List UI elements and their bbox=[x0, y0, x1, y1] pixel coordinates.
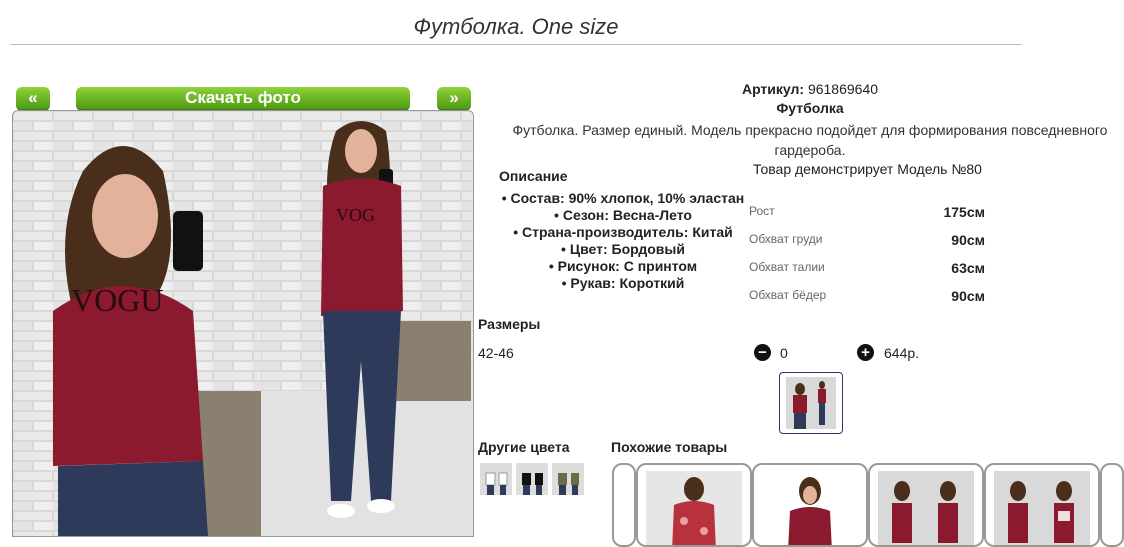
spec-item: Страна-производитель: Китай bbox=[478, 224, 768, 241]
quantity-value[interactable]: 0 bbox=[780, 345, 788, 361]
size-label: 42-46 bbox=[478, 345, 514, 361]
spec-item: Рукав: Короткий bbox=[478, 275, 768, 292]
measurement-value: 63см bbox=[951, 260, 985, 276]
measurement-label: Обхват талии bbox=[749, 260, 825, 274]
measurement-value: 175см bbox=[943, 204, 985, 220]
selected-photo-thumbnail[interactable] bbox=[779, 372, 843, 434]
download-photo-button[interactable]: Скачать фото bbox=[76, 87, 410, 109]
specs-list: Состав: 90% хлопок, 10% эластан Сезон: В… bbox=[478, 190, 768, 292]
similar-carousel-prev[interactable] bbox=[612, 463, 636, 547]
product-photo[interactable]: VOGU VOG bbox=[12, 110, 474, 537]
color-variant-khaki[interactable] bbox=[552, 463, 584, 495]
model-note: Товар демонстрирует Модель №80 bbox=[753, 161, 982, 177]
spec-item: Рисунок: С принтом bbox=[478, 258, 768, 275]
similar-product-card[interactable] bbox=[984, 463, 1100, 547]
measurement-value: 90см bbox=[951, 232, 985, 248]
price: 644р. bbox=[884, 345, 920, 361]
measurement-label: Обхват бёдер bbox=[749, 288, 827, 302]
color-variant-white[interactable] bbox=[480, 463, 512, 495]
minus-circle-icon[interactable]: − bbox=[754, 344, 771, 361]
model-measurements: Рост 175см Обхват груди 90см Обхват тали… bbox=[749, 204, 985, 316]
color-variant-black[interactable] bbox=[516, 463, 548, 495]
gallery-prev-button[interactable]: « bbox=[16, 87, 50, 109]
spec-item: Сезон: Весна-Лето bbox=[478, 207, 768, 224]
measurement-label: Обхват груди bbox=[749, 232, 823, 246]
measurement-row: Обхват груди 90см bbox=[749, 232, 985, 260]
measurement-row: Обхват бёдер 90см bbox=[749, 288, 985, 316]
photo-full-length: VOG bbox=[261, 111, 473, 536]
specs-title: Описание bbox=[499, 168, 568, 184]
page-title: Футболка. One size bbox=[413, 14, 619, 39]
measurement-row: Обхват талии 63см bbox=[749, 260, 985, 288]
similar-carousel-next[interactable] bbox=[1100, 463, 1124, 547]
similar-products-title: Похожие товары bbox=[611, 439, 728, 455]
sizes-title: Размеры bbox=[478, 316, 541, 332]
similar-product-card[interactable] bbox=[752, 463, 868, 547]
gallery-next-button[interactable]: » bbox=[437, 87, 471, 109]
measurement-row: Рост 175см bbox=[749, 204, 985, 232]
spec-item: Цвет: Бордовый bbox=[478, 241, 768, 258]
spec-item: Состав: 90% хлопок, 10% эластан bbox=[478, 190, 768, 207]
similar-product-card[interactable] bbox=[636, 463, 752, 547]
article-line: Артикул: 961869640 bbox=[500, 81, 1120, 97]
title-divider bbox=[10, 44, 1022, 45]
photo-selfie-front: VOGU bbox=[13, 111, 261, 536]
article-label: Артикул: bbox=[741, 81, 805, 97]
product-description: Футболка. Размер единый. Модель прекрасн… bbox=[512, 122, 1108, 158]
measurement-value: 90см bbox=[951, 288, 985, 304]
plus-circle-icon[interactable]: + bbox=[857, 344, 874, 361]
other-colors-title: Другие цвета bbox=[478, 439, 570, 455]
product-name: Футболка bbox=[776, 100, 844, 116]
svg-text:VOG: VOG bbox=[336, 205, 375, 225]
svg-text:VOGU: VOGU bbox=[71, 282, 163, 318]
article-value: 961869640 bbox=[807, 81, 879, 97]
measurement-label: Рост bbox=[749, 204, 775, 218]
similar-product-card[interactable] bbox=[868, 463, 984, 547]
